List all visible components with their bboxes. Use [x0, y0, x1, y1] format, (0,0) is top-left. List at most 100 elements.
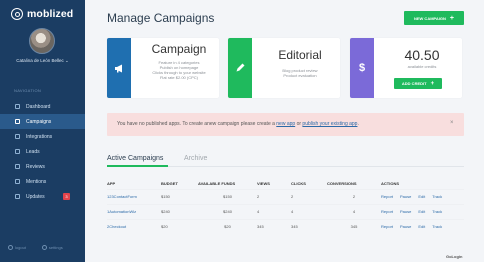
editorial-card-description: Blog product review Product evaluation — [264, 68, 336, 78]
edit-link[interactable]: Edit — [418, 209, 425, 214]
campaign-tabs: Active Campaigns Archive — [107, 152, 464, 167]
actions-cell: Report Pause Edit Track — [381, 188, 464, 204]
editorial-line: Product evaluation — [283, 73, 317, 78]
pause-link[interactable]: Pause — [400, 194, 411, 199]
column-header: VIEWS — [257, 180, 270, 186]
campaign-line: Flat rate $2.00 (CPC) — [159, 75, 198, 80]
pause-link[interactable]: Pause — [400, 209, 411, 214]
track-link[interactable]: Track — [432, 224, 442, 229]
conversions-cell: 2 — [327, 188, 381, 204]
sidebar-item-dashboard[interactable]: Dashboard — [0, 99, 85, 114]
report-link[interactable]: Report — [381, 194, 393, 199]
table-row: 1AutomationWiz $240 $240 4 4 4 Report Pau… — [107, 203, 464, 219]
campaign-card[interactable]: Campaign Feature in 4 categories Publish… — [107, 38, 219, 98]
budget-cell: $240 — [161, 203, 198, 219]
sidebar-item-label: Leads — [26, 148, 40, 155]
sidebar-item-mentions[interactable]: Mentions — [0, 174, 85, 189]
logout-label: logout — [15, 245, 26, 250]
close-icon[interactable]: × — [450, 120, 454, 126]
sidebar-item-label: Integrations — [26, 133, 53, 140]
track-link[interactable]: Track — [432, 209, 442, 214]
column-header: BUDGET — [161, 180, 178, 186]
clicks-cell: 345 — [291, 218, 327, 234]
app-link[interactable]: 2Checkout — [107, 218, 161, 234]
edit-link[interactable]: Edit — [418, 194, 425, 199]
alert-text: . — [357, 121, 359, 127]
sidebar-item-label: Updates — [26, 193, 45, 200]
report-link[interactable]: Report — [381, 224, 393, 229]
dashboard-icon — [15, 104, 20, 109]
funds-cell: $20 — [198, 218, 257, 234]
column-header: CLICKS — [291, 180, 306, 186]
sidebar-item-leads[interactable]: Leads — [0, 144, 85, 159]
sidebar-item-label: Mentions — [26, 178, 47, 185]
no-apps-alert: You have no published apps. To create an… — [107, 113, 464, 136]
credit-amount: 40.50 — [404, 47, 440, 63]
sidebar-item-integrations[interactable]: Integrations — [0, 129, 85, 144]
new-campaign-button[interactable]: NEW CAMPAIGN + — [404, 11, 464, 25]
column-header: AVAILABLE FUNDS — [198, 180, 236, 186]
tab-archive[interactable]: Archive — [184, 155, 207, 162]
budget-cell: $20 — [161, 218, 198, 234]
funds-cell: $150 — [198, 188, 257, 204]
credit-card-side: $ — [350, 38, 374, 98]
pause-link[interactable]: Pause — [400, 224, 411, 229]
sidebar-footer: logout settings — [8, 245, 63, 251]
sidebar-item-label: Reviews — [26, 163, 45, 170]
reviews-icon — [15, 164, 20, 169]
add-credit-button[interactable]: ADD CREDIT + — [394, 78, 442, 89]
app-link[interactable]: 123ContactForm — [107, 188, 161, 204]
avatar[interactable] — [29, 28, 55, 54]
alert-text: or — [296, 121, 302, 127]
user-name[interactable]: Catalina de León Bellec ⌄ — [0, 58, 85, 64]
column-header: CONVERSIONS — [327, 180, 357, 186]
actions-cell: Report Pause Edit Track — [381, 203, 464, 219]
editorial-card-title: Editorial — [278, 48, 322, 62]
edit-link[interactable]: Edit — [418, 224, 425, 229]
sidebar-item-label: Campaigns — [26, 118, 52, 125]
table-row: 123ContactForm $150 $150 2 2 2 Report Pau… — [107, 188, 464, 204]
new-app-link[interactable]: new app — [276, 121, 295, 127]
report-link[interactable]: Report — [381, 209, 393, 214]
views-cell: 2 — [257, 188, 291, 204]
pencil-icon — [236, 63, 245, 72]
active-tab-indicator — [107, 165, 168, 167]
sidebar-item-campaigns[interactable]: Campaigns — [0, 114, 85, 129]
megaphone-icon — [114, 64, 122, 72]
updates-icon — [15, 194, 20, 199]
alert-message: You have no published apps. To create an… — [117, 121, 359, 127]
brand[interactable]: moblized — [11, 8, 73, 20]
credit-subtitle: available credits — [407, 64, 437, 69]
campaigns-icon — [15, 119, 20, 124]
add-credit-label: ADD CREDIT — [401, 81, 427, 86]
gear-icon — [41, 245, 47, 251]
settings-label: settings — [48, 245, 63, 250]
campaign-card-title: Campaign — [151, 42, 207, 56]
credit-card: $ 40.50 available credits ADD CREDIT + — [350, 38, 462, 98]
tab-active-campaigns[interactable]: Active Campaigns — [107, 155, 163, 162]
updates-badge: 3 — [63, 193, 70, 200]
plus-icon: + — [430, 80, 435, 87]
dollar-icon: $ — [358, 62, 366, 74]
sidebar-item-updates[interactable]: Updates 3 — [0, 189, 85, 204]
page-title: Manage Campaigns — [107, 11, 215, 25]
conversions-cell: 4 — [327, 203, 381, 219]
campaign-card-side — [107, 38, 131, 98]
alert-text: You have no published apps. To create an… — [117, 121, 275, 127]
sidebar-item-reviews[interactable]: Reviews — [0, 159, 85, 174]
publish-app-link[interactable]: publish your existing app — [302, 121, 357, 127]
nav-header: NAVIGATION — [14, 88, 42, 93]
column-header: ACTIONS — [381, 180, 399, 186]
views-cell: 4 — [257, 203, 291, 219]
logout-link[interactable]: logout — [8, 245, 26, 251]
settings-link[interactable]: settings — [41, 245, 63, 251]
integrations-icon — [15, 134, 20, 139]
clicks-cell: 2 — [291, 188, 327, 204]
track-link[interactable]: Track — [432, 194, 442, 199]
campaigns-table: APP BUDGET AVAILABLE FUNDS VIEWS CLICKS … — [107, 178, 464, 234]
editorial-card[interactable]: Editorial Blog product review Product ev… — [228, 38, 340, 98]
power-icon — [8, 245, 13, 251]
new-campaign-label: NEW CAMPAIGN — [413, 15, 446, 21]
brand-name: moblized — [27, 8, 74, 20]
app-link[interactable]: 1AutomationWiz — [107, 203, 161, 219]
